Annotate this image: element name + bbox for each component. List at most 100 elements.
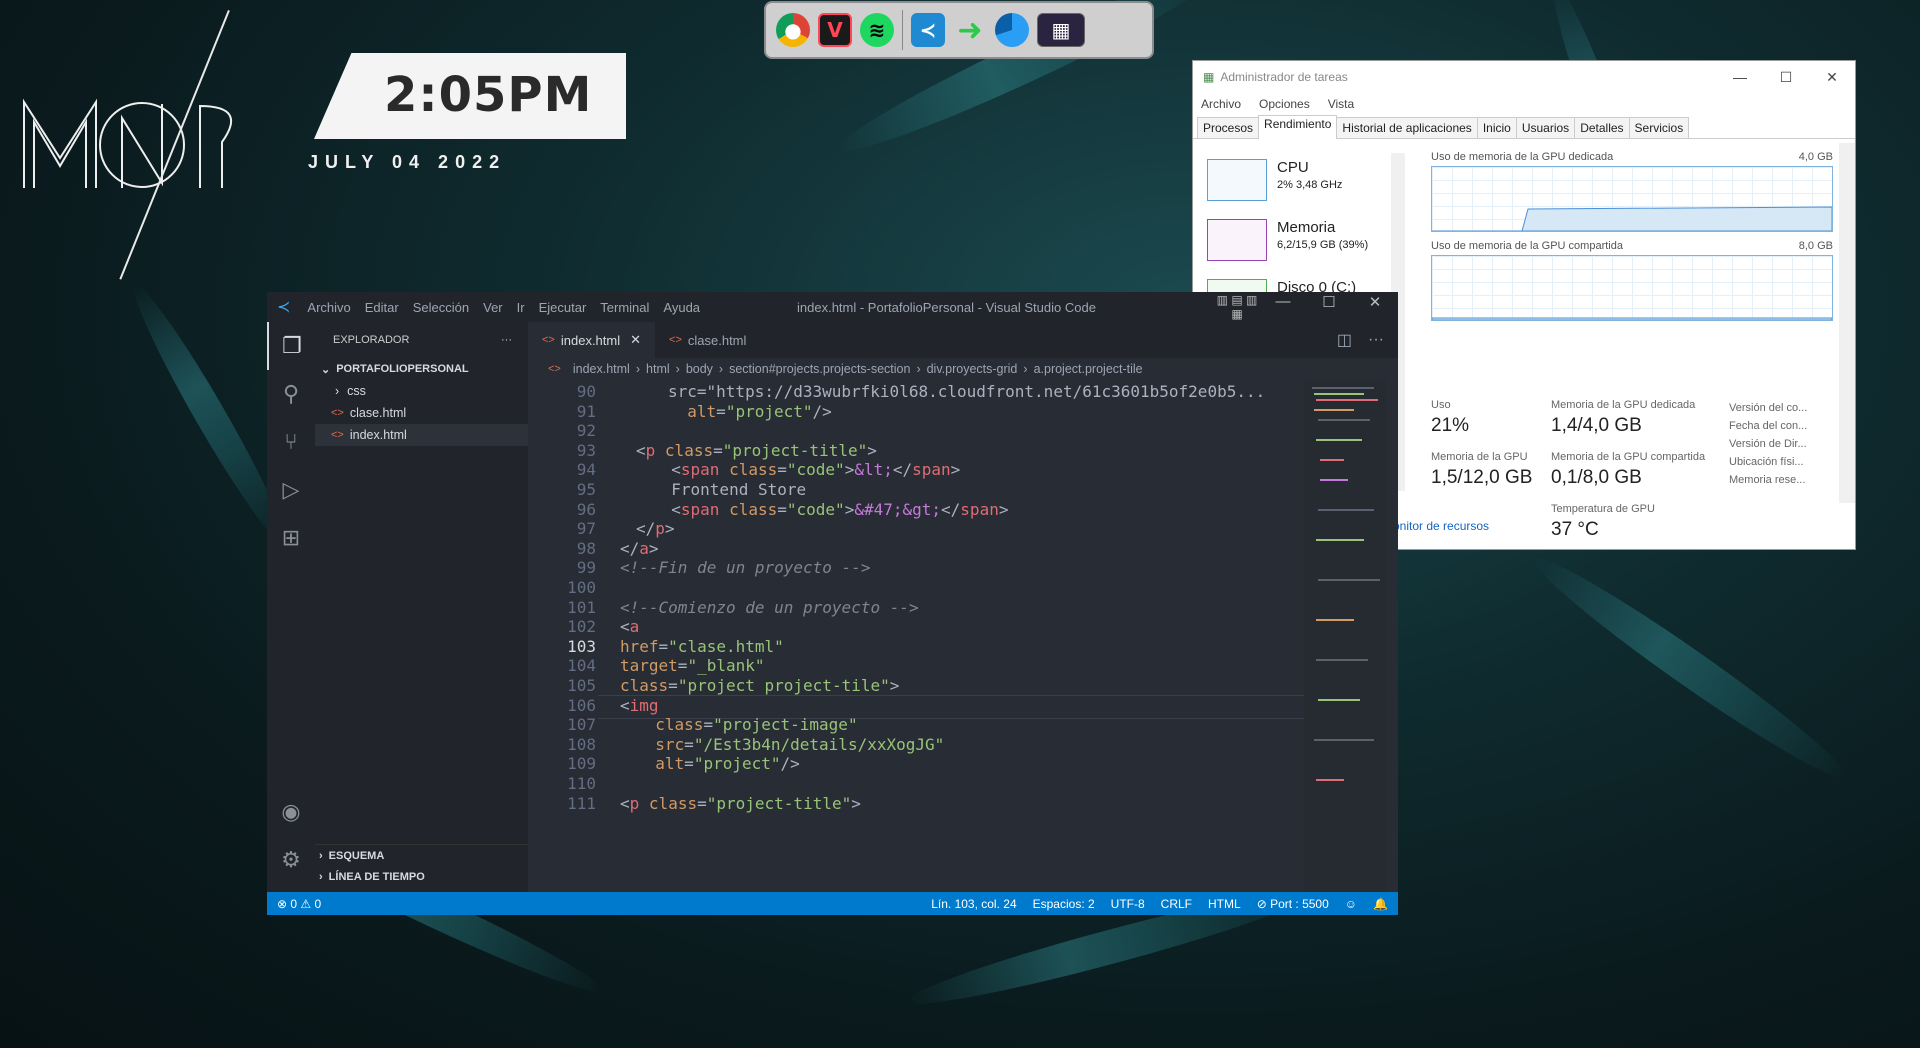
vscode-icon[interactable]: ≺ xyxy=(911,13,945,47)
thumbnail-icon[interactable]: ▦ xyxy=(1037,13,1085,47)
tree-label: css xyxy=(347,384,366,398)
stat-label: Memoria de la GPU dedicada xyxy=(1551,399,1696,411)
html-file-icon: <> xyxy=(542,334,555,346)
minimap[interactable] xyxy=(1304,380,1386,892)
title-bar: ≺ Archivo Editar Selección Ver Ir Ejecut… xyxy=(267,292,1398,322)
maximize-button[interactable]: ☐ xyxy=(1763,69,1809,86)
breadcrumb-item[interactable]: div.proyects-grid xyxy=(927,362,1018,376)
cursor-position[interactable]: Lín. 103, col. 24 xyxy=(931,897,1016,911)
tab-procesos[interactable]: Procesos xyxy=(1197,117,1260,138)
stat-value: 1,4/4,0 GB xyxy=(1551,415,1642,436)
settings-gear-icon[interactable]: ⚙ xyxy=(267,836,315,884)
timeline-section[interactable]: › LÍNEA DE TIEMPO xyxy=(315,866,528,888)
close-tab-icon[interactable]: ✕ xyxy=(630,332,641,348)
layout-icon[interactable]: ▥ ▤ ▥ ▦ xyxy=(1214,293,1260,321)
account-icon[interactable]: ◉ xyxy=(267,788,315,836)
eol-status[interactable]: CRLF xyxy=(1161,897,1192,911)
graph-max: 4,0 GB xyxy=(1798,151,1833,163)
code-line: <span class="code">&lt;</span> xyxy=(652,460,961,480)
menu-ver[interactable]: Ver xyxy=(476,300,510,315)
details-scrollbar[interactable] xyxy=(1839,143,1855,503)
explorer-icon[interactable]: ❐ xyxy=(267,322,315,370)
tab-usuarios[interactable]: Usuarios xyxy=(1515,117,1576,138)
menu-terminal[interactable]: Terminal xyxy=(593,300,656,315)
split-editor-icon[interactable]: ◫ xyxy=(1337,330,1352,350)
tab-historial[interactable]: Historial de aplicaciones xyxy=(1336,117,1478,138)
minimize-button[interactable]: — xyxy=(1260,293,1306,321)
breadcrumb-item[interactable]: a.project.project-tile xyxy=(1034,362,1143,376)
line-number: 110 xyxy=(567,774,596,793)
explorer-header: EXPLORADOR ··· xyxy=(315,322,528,358)
language-status[interactable]: HTML xyxy=(1208,897,1241,911)
minimize-button[interactable]: — xyxy=(1717,69,1763,86)
code-line: src="https://d33wubrfki0l68.cloudfront.n… xyxy=(668,382,1266,401)
breadcrumb-item[interactable]: html xyxy=(646,362,670,376)
code-line: <img xyxy=(620,695,659,715)
spotify-icon[interactable]: ≋ xyxy=(860,13,894,47)
breadcrumb-item[interactable]: section#projects.projects-section xyxy=(729,362,910,376)
project-name: PORTAFOLIOPERSONAL xyxy=(336,363,469,375)
feedback-icon[interactable]: ☺ xyxy=(1345,897,1357,911)
more-actions-icon[interactable]: ··· xyxy=(1368,331,1384,349)
menu-editar[interactable]: Editar xyxy=(358,300,406,315)
valorant-icon[interactable]: V xyxy=(818,13,852,47)
line-number: 104 xyxy=(567,656,596,676)
live-server-port[interactable]: ⊘ Port : 5500 xyxy=(1257,897,1329,911)
menu-ir[interactable]: Ir xyxy=(510,300,532,315)
tree-item-index[interactable]: <> index.html xyxy=(315,424,528,446)
tab-clase-html[interactable]: <> clase.html xyxy=(655,322,760,358)
close-button[interactable]: ✕ xyxy=(1809,69,1855,86)
tab-rendimiento[interactable]: Rendimiento xyxy=(1258,115,1338,139)
run-debug-icon[interactable]: ▷ xyxy=(267,466,315,514)
menu-archivo[interactable]: Archivo xyxy=(300,300,357,315)
breadcrumb-item[interactable]: index.html xyxy=(573,362,630,376)
tab-servicios[interactable]: Servicios xyxy=(1628,117,1690,138)
tab-detalles[interactable]: Detalles xyxy=(1574,117,1630,138)
memory-thumbnail xyxy=(1207,219,1267,261)
extensions-icon[interactable]: ⊞ xyxy=(267,514,315,562)
resource-cpu[interactable]: CPU 2% 3,48 GHz xyxy=(1193,151,1393,211)
menu-seleccion[interactable]: Selección xyxy=(406,300,476,315)
tree-item-clase[interactable]: <> clase.html xyxy=(315,402,528,424)
outline-section[interactable]: › ESQUEMA xyxy=(315,844,528,866)
problems-status[interactable]: ⊗ 0 ⚠ 0 xyxy=(277,897,321,911)
project-folder[interactable]: ⌄ PORTAFOLIOPERSONAL xyxy=(315,358,528,380)
encoding-status[interactable]: UTF-8 xyxy=(1111,897,1145,911)
resource-memory[interactable]: Memoria 6,2/15,9 GB (39%) xyxy=(1193,211,1393,271)
arrow-icon[interactable]: ➜ xyxy=(953,13,987,48)
resource-monitor-link[interactable]: onitor de recursos xyxy=(1393,519,1489,533)
stat-label: Memoria de la GPU xyxy=(1431,451,1528,463)
menu-vista[interactable]: Vista xyxy=(1328,97,1354,111)
stat-label: Uso xyxy=(1431,399,1451,411)
menu-ejecutar[interactable]: Ejecutar xyxy=(532,300,594,315)
breadcrumb-item[interactable]: body xyxy=(686,362,713,376)
resource-name: CPU xyxy=(1277,159,1309,176)
code-line: target="_blank" xyxy=(620,656,765,676)
search-icon[interactable]: ⚲ xyxy=(267,370,315,418)
menu-archivo[interactable]: Archivo xyxy=(1201,97,1241,111)
more-actions-icon[interactable]: ··· xyxy=(501,334,512,346)
line-number: 101 xyxy=(567,597,596,617)
code-editor[interactable]: 90 src="https://d33wubrfki0l68.cloudfront… xyxy=(528,380,1338,892)
window-title: Administrador de tareas xyxy=(1220,70,1348,84)
menu-ayuda[interactable]: Ayuda xyxy=(656,300,707,315)
vscode-logo-icon: ≺ xyxy=(277,299,291,316)
tab-index-html[interactable]: <> index.html ✕ xyxy=(528,322,656,358)
tree-item-css[interactable]: › css xyxy=(315,380,528,402)
pie-app-icon[interactable] xyxy=(995,13,1029,47)
chrome-icon[interactable]: ● xyxy=(776,13,810,47)
line-number: 96 xyxy=(576,499,596,519)
tab-inicio[interactable]: Inicio xyxy=(1476,117,1517,138)
indentation-status[interactable]: Espacios: 2 xyxy=(1033,897,1095,911)
menu-opciones[interactable]: Opciones xyxy=(1259,97,1310,111)
notifications-bell-icon[interactable]: 🔔 xyxy=(1373,897,1388,911)
stat-value: 21% xyxy=(1431,415,1470,436)
html-file-icon: <> xyxy=(669,334,682,346)
tree-label: clase.html xyxy=(349,406,407,420)
maximize-button[interactable]: ☐ xyxy=(1306,293,1352,321)
source-control-icon[interactable]: ⑂ xyxy=(267,418,315,466)
editor-actions: ◫ ··· xyxy=(1337,322,1398,358)
side-label: Memoria rese... xyxy=(1729,474,1806,486)
close-button[interactable]: ✕ xyxy=(1352,293,1398,321)
stat-label: Memoria de la GPU compartida xyxy=(1551,451,1706,463)
